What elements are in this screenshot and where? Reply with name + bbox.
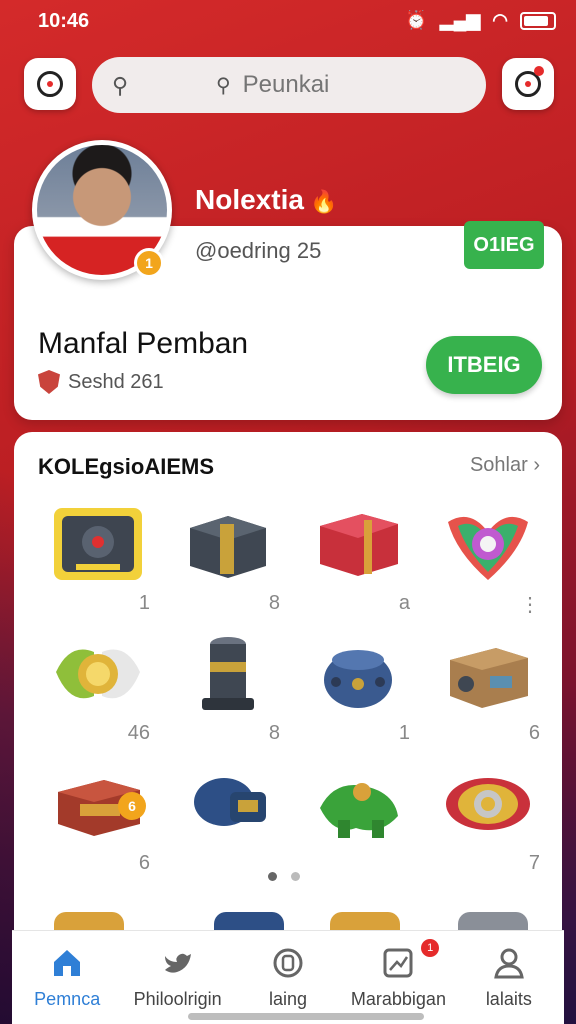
search-bar[interactable]: ⚲ ⚲ xyxy=(92,57,486,113)
home-icon xyxy=(49,945,85,981)
summary-action-button[interactable]: ITBEIG xyxy=(426,336,542,394)
item-count: 8 xyxy=(268,722,280,744)
blue-drum-icon xyxy=(194,778,266,826)
collection-item[interactable]: 46 xyxy=(36,632,156,752)
battery-icon xyxy=(520,11,556,30)
status-time: 10:46 xyxy=(38,10,90,32)
collection-item[interactable]: 1 xyxy=(36,502,156,622)
collection-item[interactable] xyxy=(296,762,416,882)
notification-dot xyxy=(534,66,544,76)
status-icons: ⏰ ▂▄▆ ◠ xyxy=(405,10,556,31)
profile-name: Nolextia 🔥 xyxy=(195,184,337,216)
search-center: ⚲ xyxy=(216,71,393,99)
collection-item[interactable]: 7 xyxy=(426,762,546,882)
nav-label: Philoolrigin xyxy=(133,989,222,1009)
peek-item xyxy=(214,912,284,932)
nav-label: Pemnca xyxy=(34,989,101,1009)
red-treasure-box-icon xyxy=(320,514,398,576)
activity-icon xyxy=(380,945,416,981)
flame-icon: 🔥 xyxy=(309,189,338,214)
metal-chest-icon xyxy=(190,516,266,578)
nav-label: laing xyxy=(269,989,308,1009)
collection-more-label: Sohlar xyxy=(469,454,528,476)
item-count: 1 xyxy=(138,592,150,614)
notifications-button[interactable] xyxy=(502,58,554,110)
item-count: 8 xyxy=(268,592,280,614)
search-input[interactable] xyxy=(242,71,393,99)
green-winged-coin-icon xyxy=(56,649,140,699)
home-indicator[interactable] xyxy=(188,1013,424,1020)
golden-shield-icon xyxy=(446,778,530,830)
collection-title: KOLEgsioAIEMS xyxy=(38,454,215,479)
profile-menu-button[interactable] xyxy=(24,58,76,110)
pager-dot[interactable] xyxy=(291,872,300,881)
summary-subtitle-row: Seshd 261 xyxy=(38,370,164,394)
summary-title: Manfal Pemban xyxy=(38,327,249,360)
item-count: 6 xyxy=(528,722,540,744)
user-icon xyxy=(491,945,527,981)
profile-name-text: Nolextia xyxy=(195,184,304,215)
wifi-icon: ◠ xyxy=(492,10,508,30)
magnifier-icon: ⚲ xyxy=(216,74,231,97)
profile-handle: @oedring 25 xyxy=(195,238,322,263)
collection-item[interactable]: a xyxy=(296,502,416,622)
summary-subtitle: Seshd 261 xyxy=(68,370,164,393)
avatar-badge: 1 xyxy=(134,248,164,278)
item-count: 7 xyxy=(528,852,540,874)
item-count: 6 xyxy=(138,852,150,874)
item-count: 1 xyxy=(398,722,410,744)
item-count: 46 xyxy=(127,722,150,744)
nav-feed[interactable]: Philoolrigin xyxy=(122,931,232,1024)
wooden-device-icon xyxy=(450,648,528,708)
blue-pot-icon xyxy=(324,650,392,708)
collection-item[interactable]: 6 xyxy=(426,632,546,752)
alarm-icon: ⏰ xyxy=(405,10,428,30)
chevron-right-icon: › xyxy=(533,454,540,476)
item-count: a xyxy=(398,592,410,614)
collection-more-link[interactable]: Sohlar › xyxy=(470,454,540,477)
collection-item[interactable]: 1 xyxy=(296,632,416,752)
green-creature-icon xyxy=(320,783,398,838)
nav-badge: 1 xyxy=(421,939,440,957)
item-count: ⋮ xyxy=(520,594,540,616)
steel-pillar-icon xyxy=(202,637,254,710)
status-bar: 10:46 ⏰ ▂▄▆ ◠ xyxy=(0,0,576,44)
collection-item[interactable]: 6 xyxy=(36,762,156,882)
rainbow-wing-badge-icon xyxy=(448,516,528,580)
peek-item xyxy=(54,912,124,932)
target-icon xyxy=(37,71,63,97)
tag-icon xyxy=(270,945,306,981)
peek-item xyxy=(330,912,400,932)
nav-activity[interactable]: 1 Marabbigan xyxy=(343,931,453,1024)
collection-item[interactable] xyxy=(166,762,286,882)
shield-icon xyxy=(38,370,60,394)
collection-card: KOLEgsioAIEMS Sohlar › 1 8 a ⋮ 46 8 1 6 … xyxy=(14,432,562,932)
search-icon[interactable]: ⚲ xyxy=(112,73,128,99)
gear-box-icon xyxy=(54,508,142,580)
bottom-nav: Pemnca Philoolrigin laing 1 Marabbigan l… xyxy=(12,930,564,1024)
coin-icon: 6 xyxy=(118,792,146,820)
nav-home[interactable]: Pemnca xyxy=(12,931,122,1024)
collection-item[interactable]: ⋮ xyxy=(426,502,546,622)
pager-dot[interactable] xyxy=(268,872,277,881)
next-row-peek xyxy=(14,912,562,932)
peek-item xyxy=(458,912,528,932)
signal-icon: ▂▄▆ xyxy=(439,10,481,30)
collection-item[interactable]: 8 xyxy=(166,632,286,752)
nav-profile[interactable]: lalaits xyxy=(454,931,564,1024)
bird-icon xyxy=(160,945,196,981)
collection-item[interactable]: 8 xyxy=(166,502,286,622)
nav-label: lalaits xyxy=(485,989,532,1009)
nav-label: Marabbigan xyxy=(350,989,446,1009)
profile-tag-chip[interactable]: O1IEG xyxy=(464,221,544,269)
nav-tag[interactable]: laing xyxy=(233,931,343,1024)
pager-dots[interactable] xyxy=(268,872,300,881)
